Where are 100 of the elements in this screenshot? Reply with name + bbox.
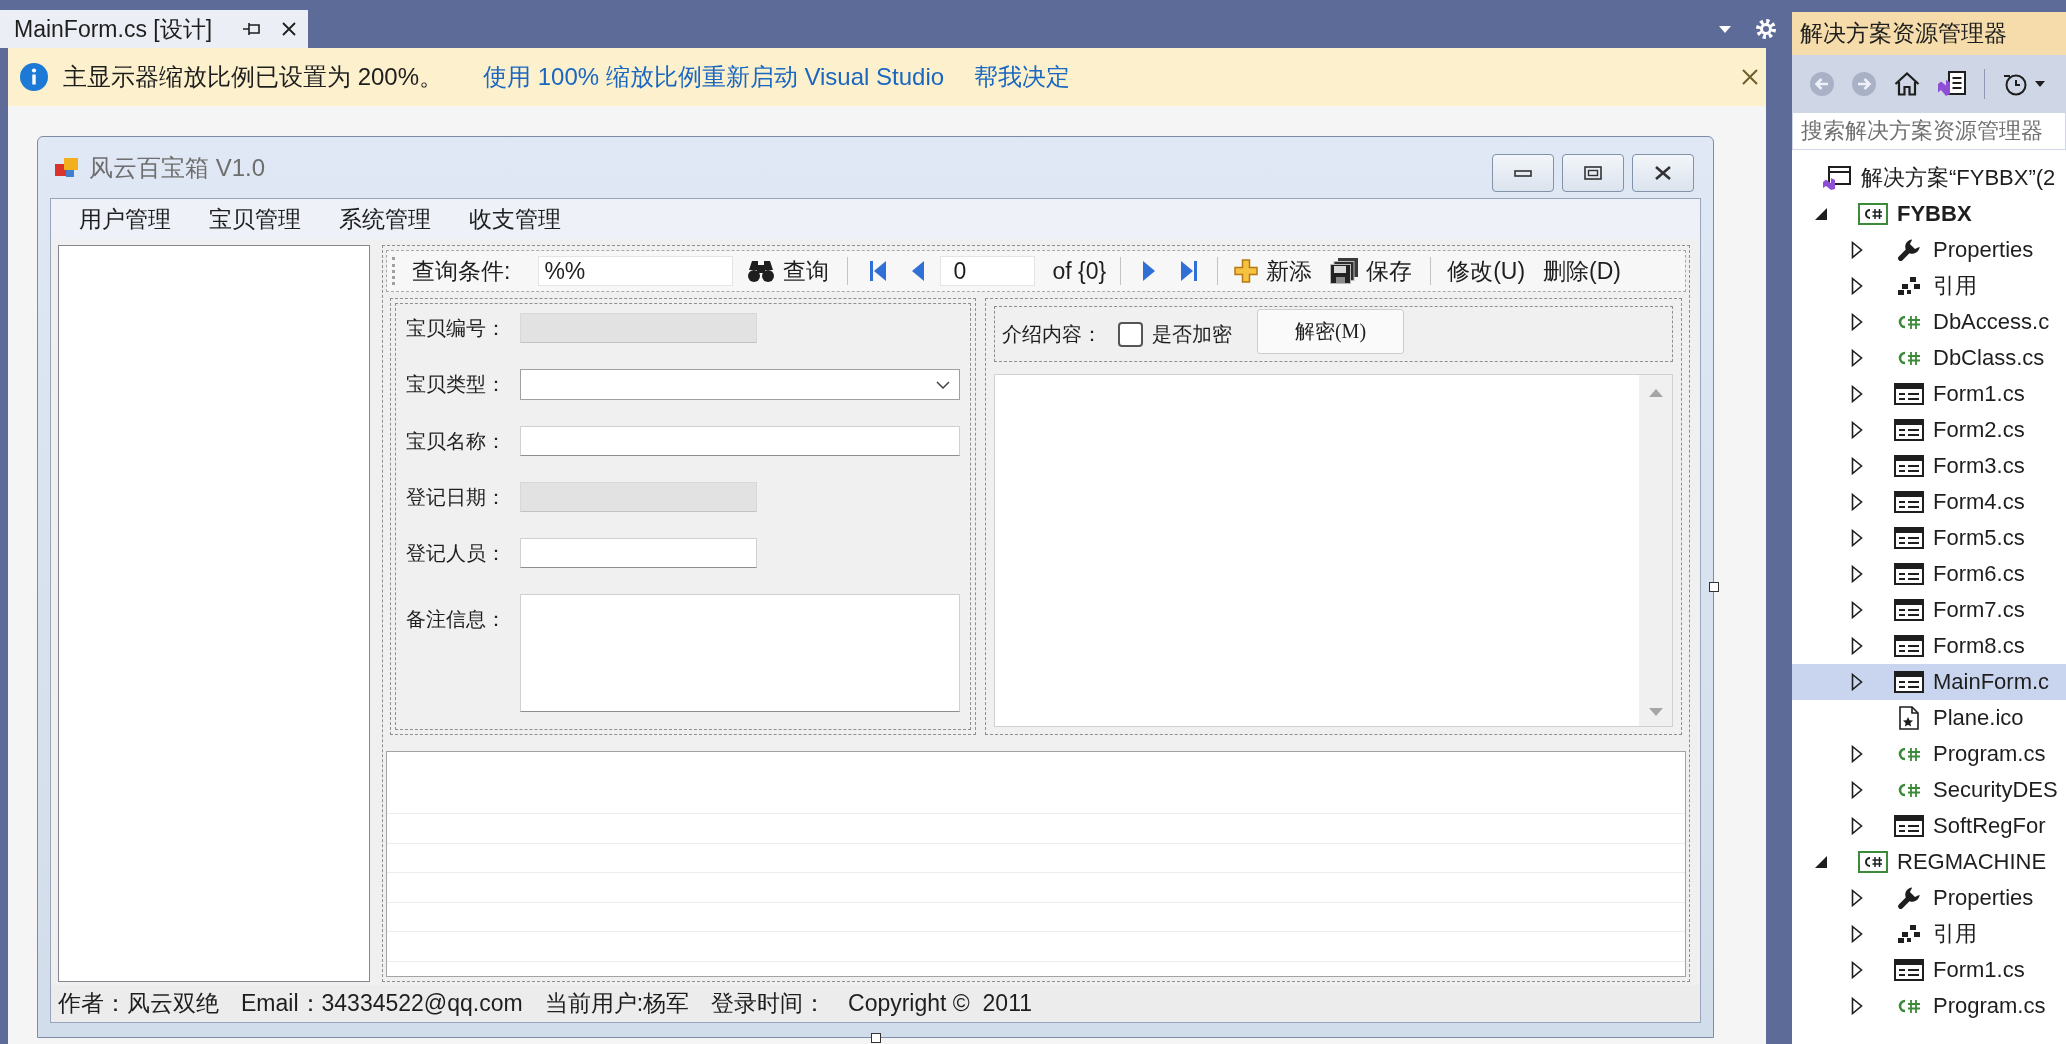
tree-item[interactable]: Form6.cs (1792, 556, 2066, 592)
add-button[interactable]: 新添 (1230, 254, 1317, 288)
expand-arrow-icon[interactable] (1851, 529, 1863, 547)
csharp-file-icon (1897, 313, 1921, 331)
tree-item[interactable]: DbClass.cs (1792, 340, 2066, 376)
menu-item[interactable]: 收支管理 (450, 200, 580, 238)
expand-arrow-icon[interactable] (1815, 208, 1827, 220)
tree-item[interactable]: Form5.cs (1792, 520, 2066, 556)
minimize-button[interactable] (1492, 154, 1554, 192)
tree-item[interactable]: 解决方案“FYBBX”(2 (1792, 160, 2066, 196)
expand-arrow-icon[interactable] (1851, 637, 1863, 655)
menu-item[interactable]: 系统管理 (320, 200, 450, 238)
references-icon (1898, 925, 1920, 943)
tree-item[interactable]: 引用 (1792, 268, 2066, 304)
expand-arrow-icon[interactable] (1851, 349, 1863, 367)
tree-item[interactable]: SoftRegFor (1792, 808, 2066, 844)
tree-item[interactable]: Form8.cs (1792, 628, 2066, 664)
form-icon (1894, 563, 1924, 585)
home-icon[interactable] (1894, 71, 1920, 96)
search-field[interactable]: 搜索解决方案资源管理器 (1792, 112, 2066, 150)
tree-item[interactable]: MainForm.c (1792, 664, 2066, 700)
document-icon[interactable] (1938, 70, 1966, 97)
close-button[interactable] (1632, 154, 1694, 192)
tree-item[interactable]: Form2.cs (1792, 412, 2066, 448)
expand-arrow-icon[interactable] (1851, 817, 1863, 835)
menu-item[interactable]: 用户管理 (60, 200, 190, 238)
status-text: Copyright © 2011 (848, 990, 1033, 1017)
tree-item[interactable]: FYBBX (1792, 196, 2066, 232)
expand-arrow-icon[interactable] (1851, 241, 1863, 259)
tree-item[interactable]: Program.cs (1792, 736, 2066, 772)
expand-arrow-icon[interactable] (1851, 601, 1863, 619)
document-tab[interactable]: MainForm.cs [设计] (0, 10, 309, 48)
text-field[interactable] (520, 426, 960, 456)
toolbar-button[interactable]: 修改(U) (1443, 254, 1530, 288)
references-icon (1898, 277, 1920, 295)
text-field[interactable] (520, 538, 757, 568)
expand-arrow-icon[interactable] (1815, 856, 1827, 868)
right-triangle-icon (1143, 261, 1156, 281)
position-field[interactable]: 0 (940, 256, 1036, 286)
expand-arrow-icon[interactable] (1851, 961, 1863, 979)
dropdown-field[interactable] (520, 369, 960, 400)
settings-icon[interactable] (1756, 19, 1776, 39)
resize-handle[interactable] (1709, 582, 1719, 592)
resize-handle[interactable] (871, 1033, 881, 1043)
tree-item[interactable]: 引用 (1792, 916, 2066, 952)
decrypt-button[interactable]: 解密(M) (1257, 309, 1404, 354)
expand-arrow-icon[interactable] (1851, 997, 1863, 1015)
tree-item[interactable]: Form7.cs (1792, 592, 2066, 628)
tree-item[interactable]: DbAccess.c (1792, 304, 2066, 340)
status-text: 当前用户:杨军 (544, 989, 689, 1018)
form-icon (1894, 419, 1924, 441)
tree-item[interactable]: Form1.cs (1792, 952, 2066, 988)
tree-item[interactable]: REGMACHINE (1792, 844, 2066, 880)
save-button[interactable]: 保存 (1326, 254, 1417, 288)
expand-arrow-icon[interactable] (1851, 421, 1863, 439)
tree-item[interactable]: Properties (1792, 232, 2066, 268)
info-link[interactable]: 帮我决定 (974, 61, 1071, 93)
maximize-button[interactable] (1562, 154, 1624, 192)
query-field[interactable]: %% (538, 256, 734, 286)
field-label: 登记日期： (406, 484, 507, 510)
pin-icon[interactable] (242, 22, 261, 36)
form-icon (1894, 671, 1924, 693)
form-icon (1894, 491, 1924, 513)
expand-arrow-icon[interactable] (1851, 493, 1863, 511)
menu-item[interactable]: 宝贝管理 (190, 200, 320, 238)
toolbar-label: of {0} (1052, 257, 1107, 285)
toolbar-button[interactable]: 删除(D) (1539, 254, 1625, 288)
chevron-down-icon (936, 380, 950, 389)
field-label: 宝贝编号： (406, 315, 507, 341)
dropdown-caret-icon[interactable] (1719, 25, 1731, 33)
status-text: 登录时间： (711, 989, 826, 1018)
expand-arrow-icon[interactable] (1851, 457, 1863, 475)
tree-item[interactable]: Plane.ico (1792, 700, 2066, 736)
expand-arrow-icon[interactable] (1851, 745, 1863, 763)
maximize-icon (1584, 166, 1602, 180)
caret-down-icon[interactable] (2035, 80, 2045, 87)
checkbox[interactable] (1118, 321, 1143, 347)
expand-arrow-icon[interactable] (1851, 385, 1863, 403)
query-button[interactable]: 查询 (743, 254, 834, 288)
expand-arrow-icon[interactable] (1851, 781, 1863, 799)
tree-item[interactable]: Form1.cs (1792, 376, 2066, 412)
tree-item[interactable]: Form4.cs (1792, 484, 2066, 520)
tree-item[interactable]: SecurityDES (1792, 772, 2066, 808)
expand-arrow-icon[interactable] (1851, 889, 1863, 907)
info-icon (20, 63, 48, 91)
expand-arrow-icon[interactable] (1851, 673, 1863, 691)
expand-arrow-icon[interactable] (1851, 313, 1863, 331)
expand-arrow-icon[interactable] (1851, 565, 1863, 583)
tree-item[interactable]: Program.cs (1792, 988, 2066, 1024)
binoculars-icon (747, 259, 776, 283)
window-title: 风云百宝箱 V1.0 (89, 152, 266, 183)
expand-arrow-icon[interactable] (1851, 277, 1863, 295)
app-icon (55, 157, 79, 178)
info-link[interactable]: 使用 100% 缩放比例重新启动 Visual Studio (483, 61, 945, 93)
tree-item[interactable]: Form3.cs (1792, 448, 2066, 484)
expand-arrow-icon[interactable] (1851, 925, 1863, 943)
close-icon[interactable] (282, 22, 297, 36)
close-icon (1654, 165, 1672, 181)
wrench-icon (1897, 886, 1921, 910)
tree-item[interactable]: Properties (1792, 880, 2066, 916)
